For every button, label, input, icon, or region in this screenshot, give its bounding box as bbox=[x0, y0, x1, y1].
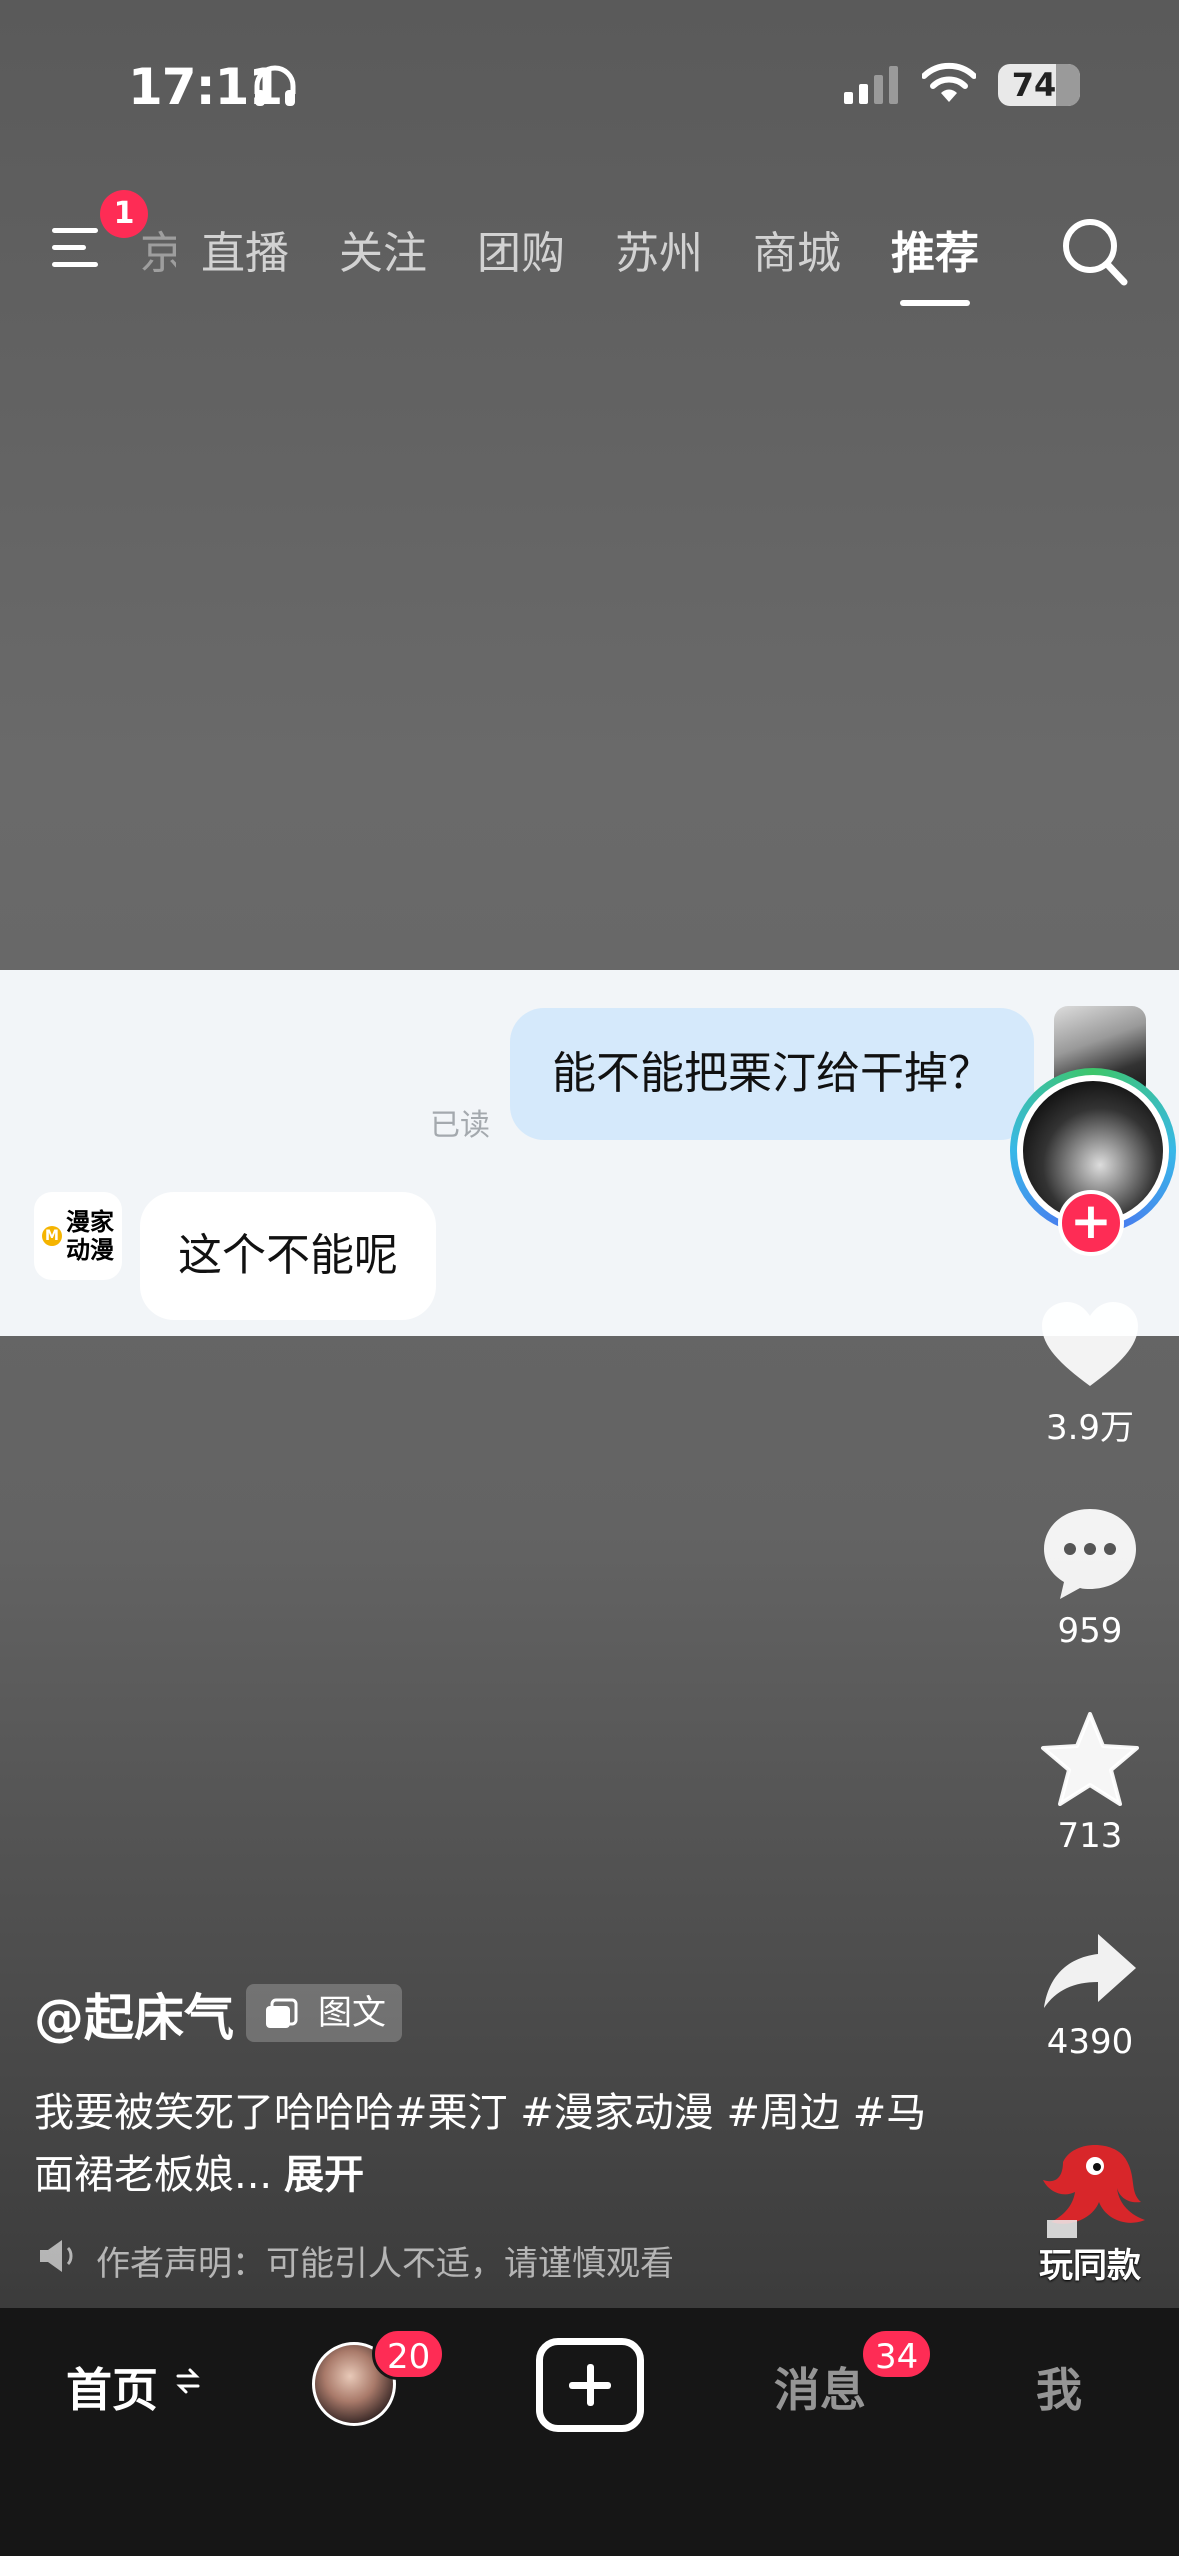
nav-tabs: 京 直播 关注 团购 苏州 商城 推荐 bbox=[140, 214, 1004, 306]
author-name[interactable]: @起床气 bbox=[34, 1978, 234, 2050]
tab-group-buy[interactable]: 团购 bbox=[452, 214, 590, 294]
cellular-signal-icon bbox=[844, 66, 898, 104]
tab-recommended[interactable]: 推荐 bbox=[866, 214, 1004, 306]
comment-icon bbox=[1044, 1509, 1136, 1599]
wifi-icon bbox=[922, 62, 976, 102]
read-status: 已读 bbox=[430, 1108, 490, 1143]
remix-thumbnail-icon bbox=[1043, 2144, 1145, 2238]
like-button[interactable]: 3.9万 bbox=[1030, 1300, 1150, 1449]
headphone-icon bbox=[254, 65, 296, 106]
comment-count: 959 bbox=[1057, 1611, 1123, 1651]
post-image-chat[interactable]: 能不能把栗汀给干掉？ 已读 M 漫家动漫 这个不能呢 bbox=[0, 970, 1179, 1336]
tab-home[interactable]: 首页 bbox=[66, 2354, 158, 2420]
chat-bubble-outgoing: 能不能把栗汀给干掉？ bbox=[510, 1008, 1034, 1140]
tab-partial[interactable]: 京 bbox=[140, 214, 176, 294]
battery-indicator: 74 bbox=[998, 64, 1080, 106]
share-button[interactable]: 4390 bbox=[1030, 1930, 1150, 2062]
share-arrow-icon bbox=[1044, 1934, 1136, 2008]
favorite-button[interactable]: 713 bbox=[1030, 1712, 1150, 1856]
menu-icon[interactable] bbox=[52, 224, 108, 272]
post-type-tag: 图文 bbox=[246, 1984, 402, 2042]
status-bar: 17:11 74 bbox=[0, 0, 1179, 170]
swap-arrows-icon[interactable] bbox=[174, 2366, 202, 2396]
top-nav: 1 京 直播 关注 团购 苏州 商城 推荐 bbox=[0, 190, 1179, 320]
search-icon[interactable] bbox=[1060, 216, 1130, 288]
app-logo-text: 漫家动漫 bbox=[66, 1208, 114, 1264]
post-description[interactable]: 我要被笑死了哈哈哈#栗汀 #漫家动漫 #周边 #马面裙老板娘... 展开 bbox=[34, 2082, 934, 2206]
image-post-icon bbox=[266, 1998, 298, 2028]
tab-following[interactable]: 关注 bbox=[314, 214, 452, 294]
like-count: 3.9万 bbox=[1045, 1408, 1135, 1448]
friends-badge: 20 bbox=[372, 2328, 446, 2380]
follow-plus-button[interactable]: + bbox=[1058, 1190, 1124, 1256]
tab-mall[interactable]: 商城 bbox=[728, 214, 866, 294]
battery-tip bbox=[1074, 77, 1080, 93]
bottom-tab-bar: 首页 20 消息 34 我 bbox=[0, 2308, 1179, 2556]
share-count: 4390 bbox=[1046, 2022, 1134, 2062]
speaker-icon bbox=[40, 2240, 73, 2272]
remix-button[interactable]: 玩同款 bbox=[1030, 2132, 1150, 2287]
comment-button[interactable]: 959 bbox=[1030, 1505, 1150, 1651]
create-post-button[interactable] bbox=[536, 2338, 644, 2432]
battery-percent: 74 bbox=[1011, 66, 1057, 104]
post-type-label: 图文 bbox=[318, 1993, 386, 2033]
favorite-count: 713 bbox=[1057, 1816, 1123, 1856]
logo-m-icon: M bbox=[42, 1226, 62, 1246]
tab-messages[interactable]: 消息 bbox=[774, 2354, 866, 2420]
chat-bubble-incoming: 这个不能呢 bbox=[140, 1192, 436, 1320]
tab-local[interactable]: 苏州 bbox=[590, 214, 728, 294]
heart-icon bbox=[1042, 1302, 1138, 1386]
app-logo: M 漫家动漫 bbox=[34, 1192, 122, 1280]
notice-text: 作者声明：可能引人不适，请谨慎观看 bbox=[96, 2244, 674, 2284]
description-text: 我要被笑死了哈哈哈#栗汀 #漫家动漫 #周边 #马面裙老板娘... bbox=[34, 2090, 927, 2198]
expand-link[interactable]: 展开 bbox=[284, 2152, 364, 2198]
star-icon bbox=[1041, 1712, 1139, 1806]
messages-badge: 34 bbox=[860, 2328, 934, 2380]
tab-me[interactable]: 我 bbox=[1036, 2354, 1082, 2420]
tab-live[interactable]: 直播 bbox=[176, 214, 314, 294]
